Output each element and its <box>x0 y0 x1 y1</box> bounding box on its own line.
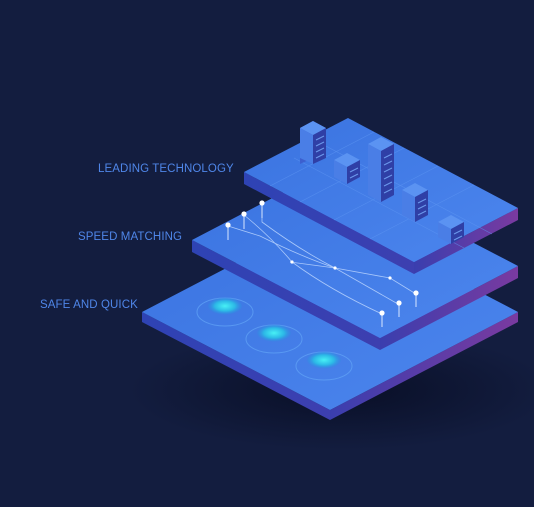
building <box>402 183 428 222</box>
label-safe-and-quick: SAFE AND QUICK <box>40 299 138 311</box>
building <box>368 137 394 202</box>
label-leading-technology: LEADING TECHNOLOGY <box>98 163 234 175</box>
isometric-layers-illustration <box>130 118 534 450</box>
label-speed-matching: SPEED MATCHING <box>78 231 183 243</box>
building <box>300 121 326 164</box>
